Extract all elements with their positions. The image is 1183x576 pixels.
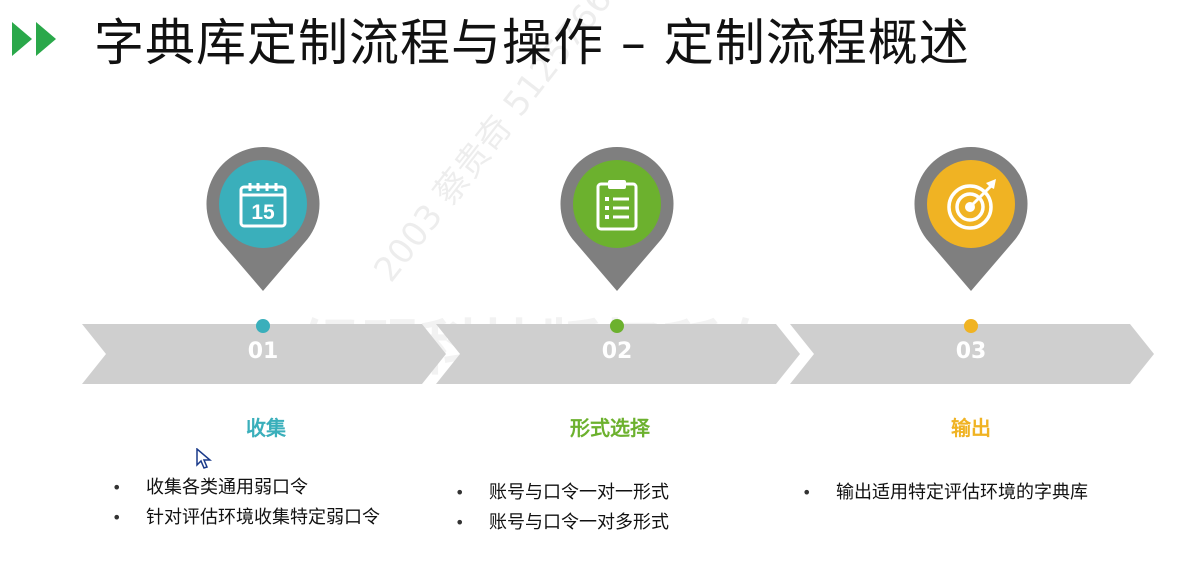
step-3-bullets: 输出适用特定评估环境的字典库 [802,478,1088,508]
step-2-title: 形式选择 [570,416,650,440]
step-1-title: 收集 [246,416,286,440]
list-item: 收集各类通用弱口令 [112,473,380,503]
target-icon [947,179,996,230]
step-2-pin [558,145,676,295]
list-item: 账号与口令一对多形式 [455,508,669,538]
step-1-dot [256,319,270,333]
step-3-pin [912,145,1030,295]
step-1-bullets: 收集各类通用弱口令 针对评估环境收集特定弱口令 [112,473,380,533]
step-2-bullets: 账号与口令一对一形式 账号与口令一对多形式 [455,478,669,538]
step-1-pin: 15 [204,145,322,295]
calendar-icon: 15 [239,183,287,228]
step-3-title: 输出 [951,416,991,440]
step-3-dot [964,319,978,333]
title-bar: 字典库定制流程与操作 – 定制流程概述 [8,4,970,74]
list-item: 针对评估环境收集特定弱口令 [112,503,380,533]
clipboard-icon [596,180,638,231]
double-arrow-icon [12,22,56,56]
step-1-number: 01 [247,339,279,364]
step-3-number: 03 [955,339,987,364]
step-2-number: 02 [601,339,633,364]
list-item: 输出适用特定评估环境的字典库 [802,478,1088,508]
list-item: 账号与口令一对一形式 [455,478,669,508]
mouse-cursor-icon [196,448,212,469]
calendar-day: 15 [251,201,275,224]
page-title: 字典库定制流程与操作 – 定制流程概述 [94,14,970,72]
step-2-dot [610,319,624,333]
